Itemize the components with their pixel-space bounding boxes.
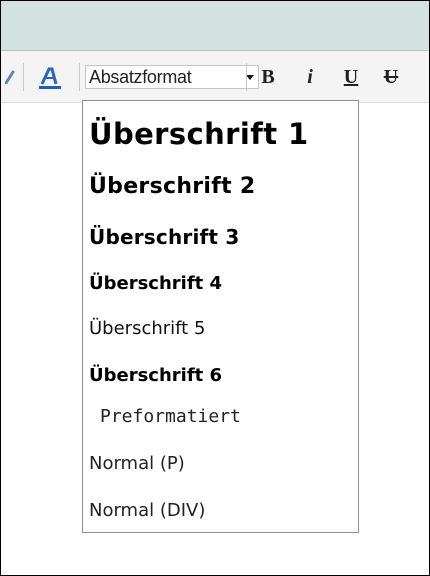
- bold-button[interactable]: B: [256, 65, 280, 89]
- format-option-normal-div[interactable]: Normal (DIV): [89, 500, 205, 521]
- format-option-preformatted[interactable]: Preformatiert: [100, 406, 241, 427]
- format-option-heading-6[interactable]: Überschrift 6: [89, 365, 222, 386]
- toolbar-separator: [23, 63, 24, 91]
- paragraph-format-value: Absatzformat: [89, 66, 192, 87]
- title-bar: [1, 1, 429, 50]
- format-option-heading-1[interactable]: Überschrift 1: [89, 117, 309, 151]
- toolbar: Absatzformat B i U U: [1, 50, 429, 103]
- chevron-down-icon[interactable]: [246, 75, 254, 80]
- paragraph-format-dropdown: Überschrift 1 Überschrift 2 Überschrift …: [82, 100, 359, 533]
- paragraph-format-select[interactable]: Absatzformat: [85, 65, 259, 89]
- format-option-heading-5[interactable]: Überschrift 5: [89, 318, 205, 339]
- italic-button[interactable]: i: [301, 65, 319, 89]
- format-option-normal-p[interactable]: Normal (P): [89, 453, 185, 474]
- toolbar-separator: [246, 63, 247, 91]
- underline-button[interactable]: U: [340, 65, 362, 89]
- brush-icon[interactable]: [4, 69, 15, 85]
- format-option-heading-4[interactable]: Überschrift 4: [89, 273, 222, 294]
- toolbar-separator: [79, 63, 80, 91]
- format-option-heading-3[interactable]: Überschrift 3: [89, 225, 239, 249]
- format-option-heading-2[interactable]: Überschrift 2: [89, 174, 256, 199]
- strikethrough-button[interactable]: U: [380, 65, 402, 89]
- font-color-icon[interactable]: [37, 67, 63, 89]
